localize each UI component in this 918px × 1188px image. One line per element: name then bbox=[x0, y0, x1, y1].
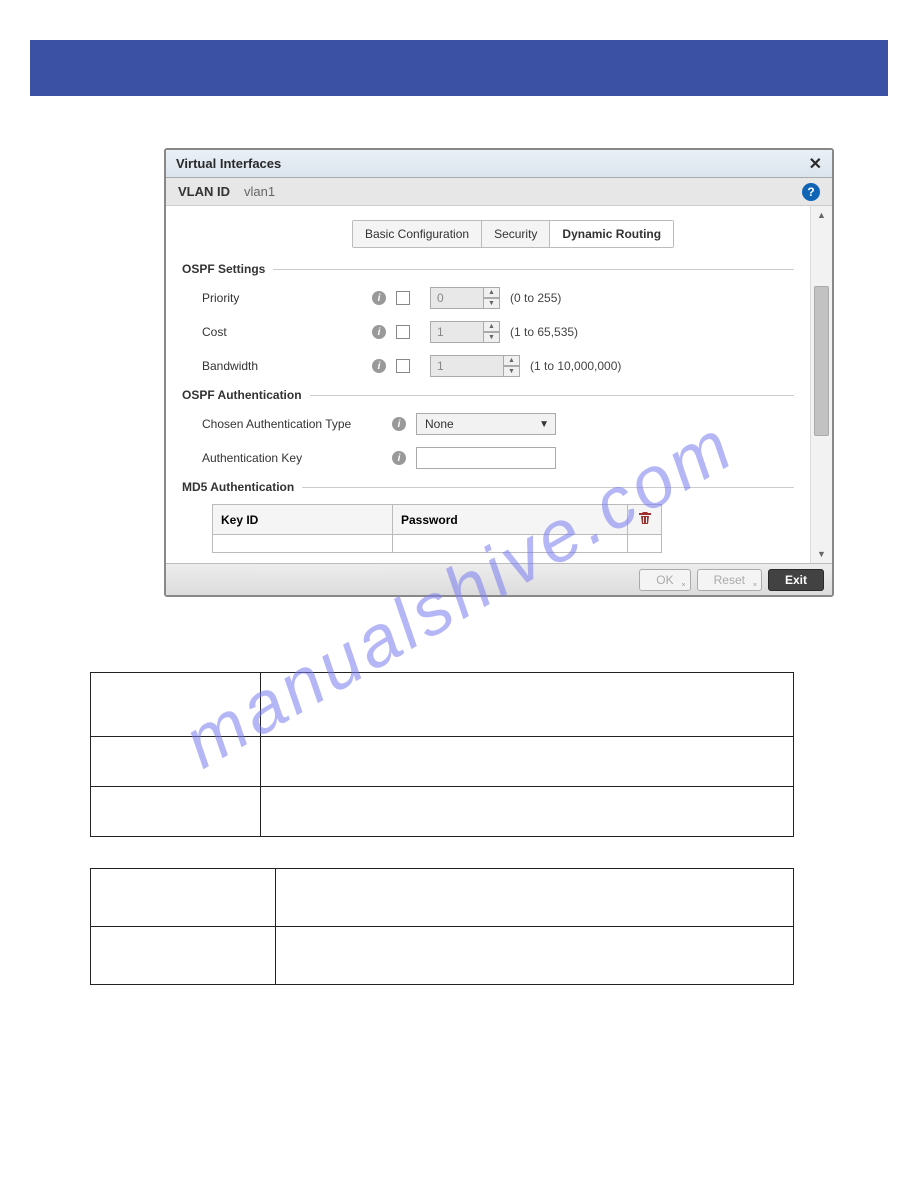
ok-button[interactable]: OK× bbox=[639, 569, 690, 591]
bandwidth-input[interactable] bbox=[430, 355, 504, 377]
rule bbox=[302, 487, 794, 488]
chosen-auth-select[interactable]: None ▼ bbox=[416, 413, 556, 435]
cost-checkbox[interactable] bbox=[396, 325, 410, 339]
auth-key-label: Authentication Key bbox=[202, 451, 392, 465]
auth-key-input[interactable] bbox=[416, 447, 556, 469]
spin-up-icon[interactable]: ▲ bbox=[484, 321, 500, 332]
md5-table: Key ID Password bbox=[212, 504, 662, 553]
dialog-title: Virtual Interfaces bbox=[176, 156, 281, 171]
tab-security[interactable]: Security bbox=[482, 221, 550, 247]
cost-label: Cost bbox=[202, 325, 372, 339]
md5-heading: MD5 Authentication bbox=[182, 480, 794, 494]
info-icon[interactable]: i bbox=[372, 325, 386, 339]
virtual-interfaces-dialog: Virtual Interfaces ✕ VLAN ID vlan1 ? Bas… bbox=[164, 148, 834, 597]
ospf-auth-heading: OSPF Authentication bbox=[182, 388, 794, 402]
priority-stepper[interactable]: ▲▼ bbox=[430, 287, 500, 309]
bandwidth-label: Bandwidth bbox=[202, 359, 372, 373]
dialog-subheader: VLAN ID vlan1 ? bbox=[166, 178, 832, 206]
reset-label: Reset bbox=[714, 573, 745, 587]
ospf-settings-heading: OSPF Settings bbox=[182, 262, 794, 276]
spin-up-icon[interactable]: ▲ bbox=[484, 287, 500, 298]
scroll-up-icon[interactable]: ▲ bbox=[811, 206, 832, 224]
chosen-auth-row: Chosen Authentication Type i None ▼ bbox=[202, 412, 794, 436]
chosen-auth-value: None bbox=[425, 417, 454, 431]
scrollbar[interactable]: ▲ ▼ bbox=[810, 206, 832, 563]
doc-table-2 bbox=[90, 868, 794, 985]
info-icon[interactable]: i bbox=[392, 451, 406, 465]
cost-row: Cost i ▲▼ (1 to 65,535) bbox=[202, 320, 794, 344]
priority-input[interactable] bbox=[430, 287, 484, 309]
auth-key-row: Authentication Key i bbox=[202, 446, 794, 470]
spin-down-icon[interactable]: ▼ bbox=[484, 298, 500, 309]
bandwidth-stepper[interactable]: ▲▼ bbox=[430, 355, 520, 377]
ok-label: OK bbox=[656, 573, 673, 587]
dialog-titlebar: Virtual Interfaces ✕ bbox=[166, 150, 832, 178]
dialog-body: Basic Configuration Security Dynamic Rou… bbox=[166, 206, 832, 563]
tab-dynamic-routing[interactable]: Dynamic Routing bbox=[550, 221, 673, 247]
ospf-auth-heading-text: OSPF Authentication bbox=[182, 388, 302, 402]
priority-label: Priority bbox=[202, 291, 372, 305]
table-row bbox=[213, 535, 662, 553]
md5-col-password: Password bbox=[393, 505, 628, 535]
close-icon[interactable]: ✕ bbox=[809, 154, 822, 174]
md5-heading-text: MD5 Authentication bbox=[182, 480, 294, 494]
priority-checkbox[interactable] bbox=[396, 291, 410, 305]
vlan-id-value: vlan1 bbox=[244, 184, 275, 199]
info-icon[interactable]: i bbox=[372, 291, 386, 305]
priority-range: (0 to 255) bbox=[510, 291, 561, 305]
tab-basic-configuration[interactable]: Basic Configuration bbox=[353, 221, 482, 247]
dialog-content: Basic Configuration Security Dynamic Rou… bbox=[166, 206, 810, 563]
cost-range: (1 to 65,535) bbox=[510, 325, 578, 339]
spin-down-icon[interactable]: ▼ bbox=[504, 366, 520, 377]
info-icon[interactable]: i bbox=[372, 359, 386, 373]
scroll-down-icon[interactable]: ▼ bbox=[811, 545, 832, 563]
bandwidth-row: Bandwidth i ▲▼ (1 to 10,000,000) bbox=[202, 354, 794, 378]
cost-input[interactable] bbox=[430, 321, 484, 343]
spin-down-icon[interactable]: ▼ bbox=[484, 332, 500, 343]
rule bbox=[273, 269, 794, 270]
chosen-auth-label: Chosen Authentication Type bbox=[202, 417, 392, 431]
rule bbox=[310, 395, 794, 396]
cost-stepper[interactable]: ▲▼ bbox=[430, 321, 500, 343]
exit-label: Exit bbox=[785, 573, 807, 587]
bandwidth-range: (1 to 10,000,000) bbox=[530, 359, 621, 373]
exit-button[interactable]: Exit bbox=[768, 569, 824, 591]
scroll-thumb[interactable] bbox=[814, 286, 829, 436]
md5-col-key: Key ID bbox=[213, 505, 393, 535]
vlan-id-label: VLAN ID bbox=[178, 184, 230, 199]
ospf-settings-heading-text: OSPF Settings bbox=[182, 262, 265, 276]
spin-up-icon[interactable]: ▲ bbox=[504, 355, 520, 366]
info-icon[interactable]: i bbox=[392, 417, 406, 431]
reset-button[interactable]: Reset× bbox=[697, 569, 762, 591]
doc-table-1 bbox=[90, 672, 794, 837]
priority-row: Priority i ▲▼ (0 to 255) bbox=[202, 286, 794, 310]
tab-bar: Basic Configuration Security Dynamic Rou… bbox=[352, 220, 674, 248]
chevron-down-icon: ▼ bbox=[539, 419, 549, 430]
bandwidth-checkbox[interactable] bbox=[396, 359, 410, 373]
dialog-footer: OK× Reset× Exit bbox=[166, 563, 832, 595]
top-banner bbox=[30, 40, 888, 96]
trash-icon[interactable] bbox=[637, 510, 653, 526]
help-icon[interactable]: ? bbox=[802, 183, 820, 201]
